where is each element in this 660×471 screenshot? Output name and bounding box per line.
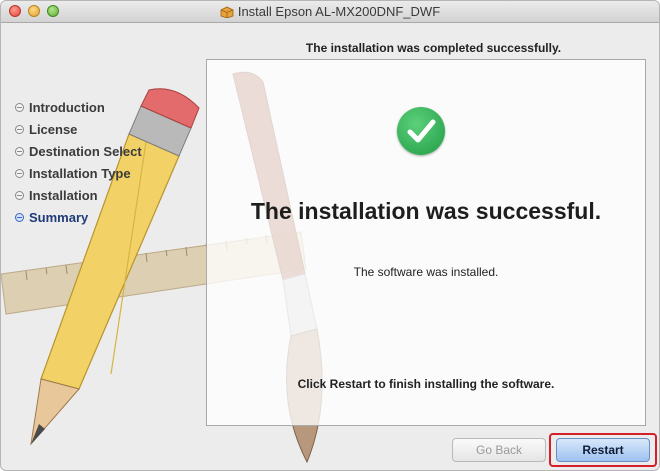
checkmark-icon — [397, 107, 445, 155]
installer-window: Install Epson AL-MX200DNF_DWF The instal… — [0, 0, 660, 471]
step-bullet-icon — [15, 124, 24, 134]
step-introduction: Introduction — [15, 96, 142, 118]
window-title-area: Install Epson AL-MX200DNF_DWF — [1, 4, 659, 21]
install-status-header: The installation was completed successfu… — [305, 41, 562, 55]
success-subtitle: The software was installed. — [353, 265, 499, 279]
step-bullet-icon — [15, 168, 24, 178]
step-label: Destination Select — [29, 143, 142, 159]
step-label: Introduction — [29, 99, 105, 115]
step-label: Summary — [29, 209, 89, 225]
step-installation-type: Installation Type — [15, 162, 142, 184]
success-title: The installation was successful. — [250, 198, 602, 224]
step-license: License — [15, 118, 142, 140]
package-icon — [220, 6, 234, 21]
step-bullet-icon — [15, 102, 24, 112]
step-installation: Installation — [15, 184, 142, 206]
summary-panel: The installation was successful. The sof… — [206, 59, 646, 426]
step-bullet-active-icon — [15, 212, 24, 222]
restart-button[interactable]: Restart — [556, 438, 650, 462]
step-bullet-icon — [15, 146, 24, 156]
installer-steps-list: Introduction License Destination Select … — [15, 96, 142, 228]
step-label: License — [29, 121, 78, 137]
window-title: Install Epson AL-MX200DNF_DWF — [237, 4, 441, 19]
step-destination-select: Destination Select — [15, 140, 142, 162]
title-bar[interactable]: Install Epson AL-MX200DNF_DWF — [1, 1, 659, 23]
step-label: Installation Type — [29, 165, 131, 181]
restart-hint: Click Restart to finish installing the s… — [297, 377, 555, 391]
step-summary: Summary — [15, 206, 142, 228]
step-label: Installation — [29, 187, 98, 203]
step-bullet-icon — [15, 190, 24, 200]
go-back-button[interactable]: Go Back — [452, 438, 546, 462]
